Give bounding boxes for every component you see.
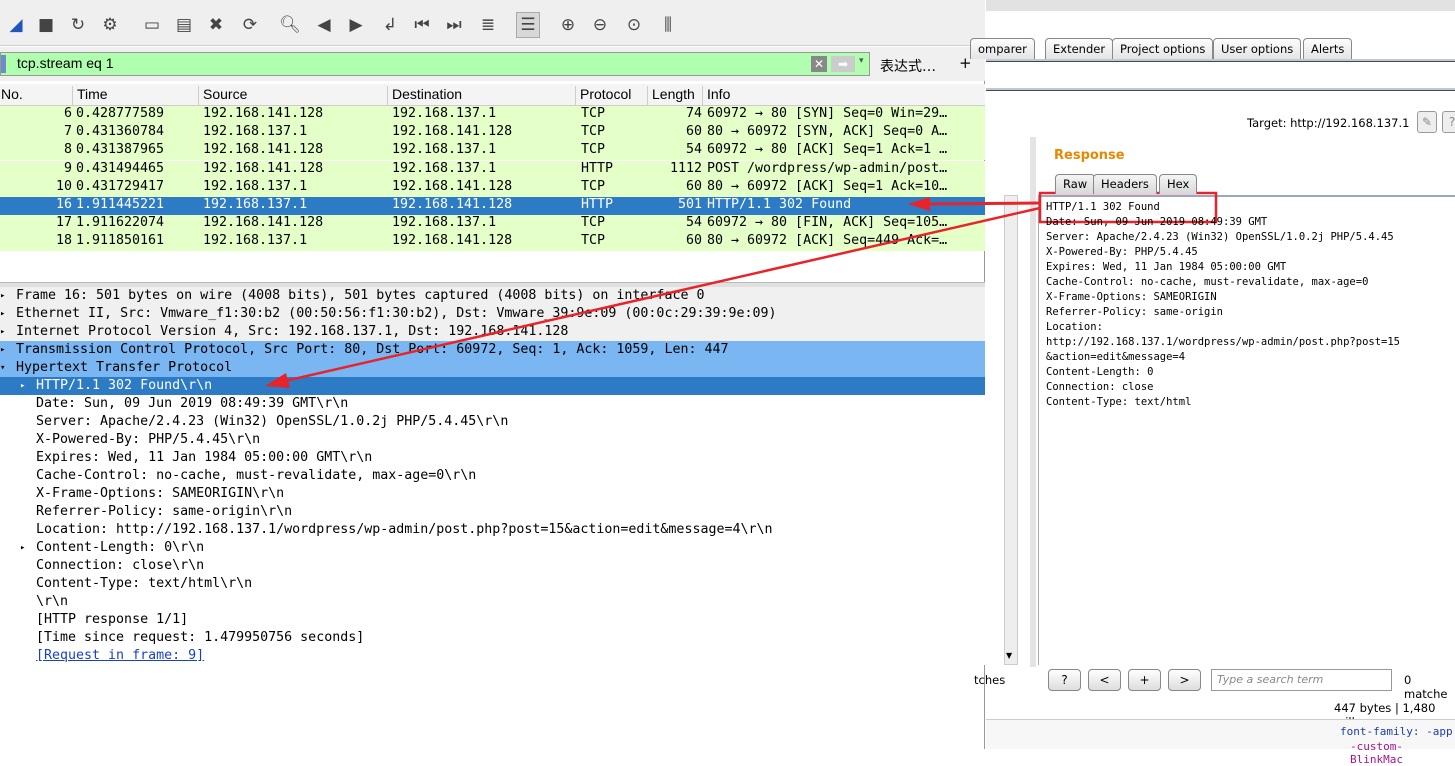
previous-button[interactable]: < bbox=[1088, 669, 1121, 691]
response-line: X-Powered-By: PHP/5.4.45 bbox=[1046, 246, 1198, 258]
response-line: HTTP/1.1 302 Found bbox=[1046, 201, 1160, 213]
response-line: Connection: close bbox=[1046, 381, 1154, 393]
response-line: Content-Length: 0 bbox=[1046, 366, 1154, 378]
response-line: Server: Apache/2.4.23 (Win32) OpenSSL/1.… bbox=[1046, 231, 1394, 243]
add-button[interactable]: + bbox=[1128, 669, 1161, 691]
annotation-overlay bbox=[265, 191, 1218, 388]
tab-omparer[interactable]: omparer bbox=[970, 38, 1035, 59]
response-line: Cache-Control: no-cache, must-revalidate… bbox=[1046, 276, 1369, 288]
annotation-arrow bbox=[924, 201, 1041, 206]
response-line: &action=edit&message=4 bbox=[1046, 351, 1186, 363]
response-line: Date: Sun, 09 Jun 2019 08:49:39 GMT bbox=[1046, 216, 1268, 228]
response-line: http://192.168.137.1/wordpress/wp-admin/… bbox=[1046, 336, 1401, 348]
next-button[interactable]: > bbox=[1168, 669, 1201, 691]
response-line: Content-Type: text/html bbox=[1046, 396, 1192, 408]
arrowhead bbox=[265, 373, 290, 388]
tab-project-options[interactable]: Project options bbox=[1112, 38, 1214, 59]
help-button[interactable]: ? bbox=[1048, 669, 1081, 691]
response-tab-hex[interactable]: Hex bbox=[1159, 174, 1198, 194]
response-line: Location: bbox=[1046, 321, 1103, 333]
response-line: Referrer-Policy: same-origin bbox=[1046, 306, 1224, 318]
tab-user-options[interactable]: User options bbox=[1213, 38, 1302, 59]
response-tab-headers[interactable]: Headers bbox=[1093, 174, 1157, 194]
response-line: Expires: Wed, 11 Jan 1984 05:00:00 GMT bbox=[1046, 261, 1287, 273]
arrowhead bbox=[908, 197, 930, 211]
response-line: X-Frame-Options: SAMEORIGIN bbox=[1046, 291, 1217, 303]
tab-alerts[interactable]: Alerts bbox=[1303, 38, 1353, 59]
annotation-arrow bbox=[284, 206, 1041, 383]
response-tab-raw[interactable]: Raw bbox=[1055, 174, 1096, 194]
tab-extender[interactable]: Extender bbox=[1045, 38, 1114, 59]
